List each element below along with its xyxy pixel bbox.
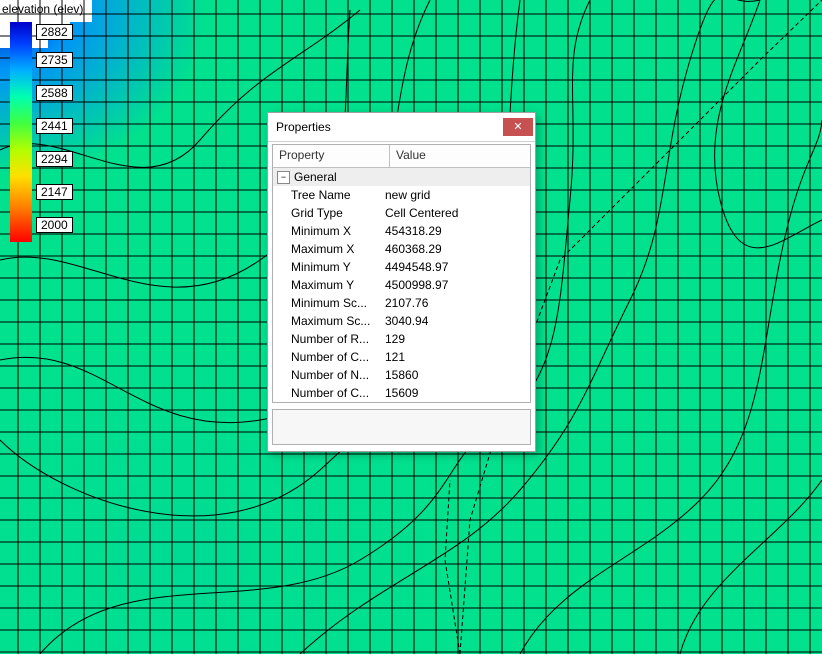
legend-tick: 2735 — [36, 52, 73, 68]
property-name: Maximum Y — [273, 278, 381, 292]
property-row[interactable]: Number of R...129 — [273, 330, 530, 348]
property-name: Maximum X — [273, 242, 381, 256]
properties-window[interactable]: Properties ✕ Property Value − General Tr… — [267, 112, 536, 452]
close-button[interactable]: ✕ — [503, 118, 533, 136]
property-name: Minimum Y — [273, 260, 381, 274]
property-row[interactable]: Maximum Y4500998.97 — [273, 276, 530, 294]
property-value: 460368.29 — [381, 242, 530, 256]
header-value[interactable]: Value — [390, 145, 530, 167]
titlebar[interactable]: Properties ✕ — [268, 113, 535, 142]
legend-tick: 2441 — [36, 118, 73, 134]
legend-title: elevation (elev) — [2, 0, 83, 20]
property-value: Cell Centered — [381, 206, 530, 220]
window-title: Properties — [276, 120, 331, 134]
close-icon: ✕ — [513, 122, 522, 133]
property-value: 15860 — [381, 368, 530, 382]
group-general[interactable]: − General — [273, 168, 530, 186]
properties-description-pane — [272, 409, 531, 445]
property-value: 454318.29 — [381, 224, 530, 238]
properties-header: Property Value — [273, 145, 530, 168]
property-value: 15609 — [381, 386, 530, 400]
properties-body: Property Value − General Tree Namenew gr… — [268, 142, 535, 451]
property-name: Maximum Sc... — [273, 314, 381, 328]
property-row[interactable]: Grid TypeCell Centered — [273, 204, 530, 222]
property-value: 4500998.97 — [381, 278, 530, 292]
properties-grid[interactable]: Property Value − General Tree Namenew gr… — [272, 144, 531, 403]
color-legend: elevation (elev) 2882 2735 2588 2441 2294 214… — [2, 0, 83, 242]
property-row[interactable]: Maximum Sc...3040.94 — [273, 312, 530, 330]
properties-rows: Tree Namenew gridGrid TypeCell CenteredM… — [273, 186, 530, 402]
property-row[interactable]: Tree Namenew grid — [273, 186, 530, 204]
legend-tick: 2588 — [36, 85, 73, 101]
property-name: Number of C... — [273, 386, 381, 400]
legend-tick: 2000 — [36, 217, 73, 233]
property-name: Minimum Sc... — [273, 296, 381, 310]
group-label: General — [294, 170, 337, 184]
property-value: 129 — [381, 332, 530, 346]
property-row[interactable]: Minimum Sc...2107.76 — [273, 294, 530, 312]
property-row[interactable]: Minimum Y4494548.97 — [273, 258, 530, 276]
property-value: 3040.94 — [381, 314, 530, 328]
property-value: 2107.76 — [381, 296, 530, 310]
legend-tick: 2882 — [36, 24, 73, 40]
property-value: 4494548.97 — [381, 260, 530, 274]
property-name: Number of N... — [273, 368, 381, 382]
legend-tick: 2147 — [36, 184, 73, 200]
collapse-icon[interactable]: − — [277, 171, 290, 184]
property-name: Tree Name — [273, 188, 381, 202]
property-row[interactable]: Number of C...15609 — [273, 384, 530, 402]
legend-tick: 2294 — [36, 151, 73, 167]
property-row[interactable]: Number of N...15860 — [273, 366, 530, 384]
property-name: Number of R... — [273, 332, 381, 346]
property-name: Minimum X — [273, 224, 381, 238]
viewport: elevation (elev) 2882 2735 2588 2441 2294 214… — [0, 0, 822, 654]
property-value: 121 — [381, 350, 530, 364]
property-row[interactable]: Maximum X460368.29 — [273, 240, 530, 258]
property-value: new grid — [381, 188, 530, 202]
legend-colorbar — [10, 22, 32, 242]
property-row[interactable]: Minimum X454318.29 — [273, 222, 530, 240]
property-name: Number of C... — [273, 350, 381, 364]
header-property[interactable]: Property — [273, 145, 390, 167]
property-row[interactable]: Number of C...121 — [273, 348, 530, 366]
property-name: Grid Type — [273, 206, 381, 220]
